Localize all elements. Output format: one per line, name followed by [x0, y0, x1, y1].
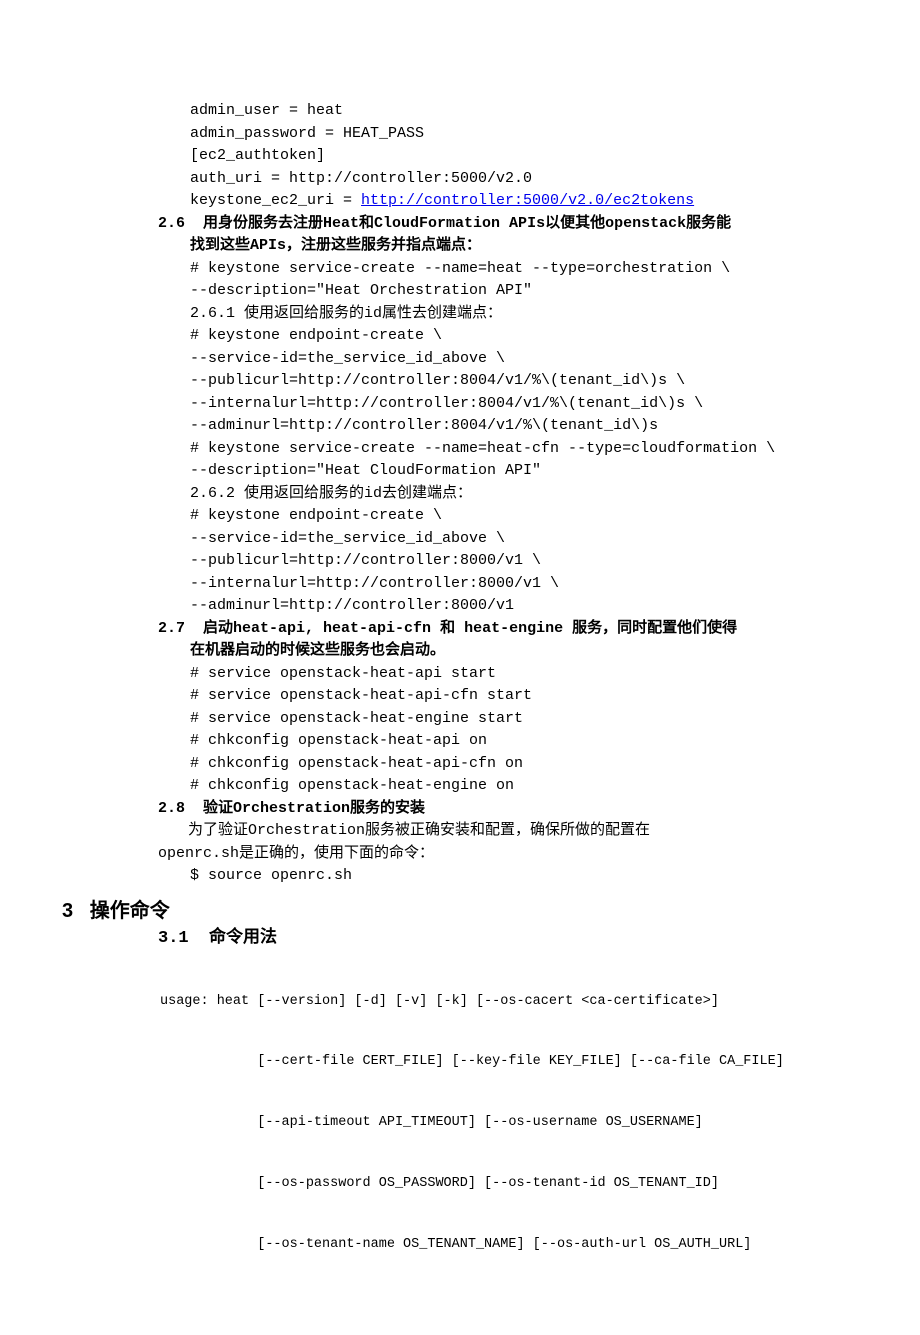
code-line: --internalurl=http://controller:8000/v1 …	[190, 573, 820, 596]
sec-title-line: 用身份服务去注册Heat和CloudFormation APIs以便其他open…	[203, 215, 731, 232]
code-line: # chkconfig openstack-heat-api on	[190, 730, 820, 753]
code-line: admin_password = HEAT_PASS	[190, 123, 820, 146]
code-line: --service-id=the_service_id_above \	[190, 528, 820, 551]
usage-line: usage: heat [--version] [-d] [-v] [-k] […	[160, 992, 820, 1012]
code-line: --publicurl=http://controller:8004/v1/%\…	[190, 370, 820, 393]
subsection-2-6-2: 2.6.2 使用返回给服务的id去创建端点：	[190, 483, 820, 506]
code-line: # keystone service-create --name=heat-cf…	[190, 438, 820, 461]
sec-num: 2.6	[158, 215, 185, 232]
section-3-1: 3.1 命令用法	[158, 926, 820, 952]
sec-title: 命令用法	[209, 929, 277, 948]
section-2-6: 2.6 用身份服务去注册Heat和CloudFormation APIs以便其他…	[158, 213, 820, 236]
code-line: # keystone endpoint-create \	[190, 505, 820, 528]
code-line: # chkconfig openstack-heat-engine on	[190, 775, 820, 798]
code-line: --publicurl=http://controller:8000/v1 \	[190, 550, 820, 573]
code-line: # service openstack-heat-engine start	[190, 708, 820, 731]
code-line: # chkconfig openstack-heat-api-cfn on	[190, 753, 820, 776]
code-line: # service openstack-heat-api-cfn start	[190, 685, 820, 708]
section-2-8: 2.8 验证Orchestration服务的安装	[158, 798, 820, 821]
sec-num: 2.7	[158, 620, 185, 637]
code-line: [ec2_authtoken]	[190, 145, 820, 168]
code-line: --description="Heat Orchestration API"	[190, 280, 820, 303]
usage-line: [--os-tenant-name OS_TENANT_NAME] [--os-…	[160, 1235, 820, 1255]
code-line: --adminurl=http://controller:8004/v1/%\(…	[190, 415, 820, 438]
section-2-7: 2.7 启动heat-api, heat-api-cfn 和 heat-engi…	[158, 618, 820, 641]
code-line: # keystone endpoint-create \	[190, 325, 820, 348]
code-line: # keystone service-create --name=heat --…	[190, 258, 820, 281]
usage-line: [--api-timeout API_TIMEOUT] [--os-userna…	[160, 1113, 820, 1133]
sec-num: 3.1	[158, 929, 189, 948]
code-line: --description="Heat CloudFormation API"	[190, 460, 820, 483]
section-3: 3 操作命令	[62, 896, 820, 926]
keystone-ec2-link[interactable]: http://controller:5000/v2.0/ec2tokens	[361, 192, 694, 209]
code-line: auth_uri = http://controller:5000/v2.0	[190, 168, 820, 191]
code-line: --internalurl=http://controller:8004/v1/…	[190, 393, 820, 416]
code-line: admin_user = heat	[190, 100, 820, 123]
code-line: --adminurl=http://controller:8000/v1	[190, 595, 820, 618]
body-text: 为了验证Orchestration服务被正确安装和配置，确保所做的配置在	[158, 820, 820, 843]
sec-num: 3	[62, 900, 73, 922]
code-line: keystone_ec2_uri = http://controller:500…	[190, 190, 820, 213]
sec-title-line: 找到这些APIs，注册这些服务并指点端点：	[190, 235, 820, 258]
sec-title-line: 在机器启动的时候这些服务也会启动。	[190, 640, 820, 663]
code-line: --service-id=the_service_id_above \	[190, 348, 820, 371]
usage-line: [--cert-file CERT_FILE] [--key-file KEY_…	[160, 1052, 820, 1072]
sec-title: 操作命令	[90, 900, 170, 922]
code-text: keystone_ec2_uri =	[190, 192, 361, 209]
code-line: $ source openrc.sh	[190, 865, 820, 888]
sec-title-line: 启动heat-api, heat-api-cfn 和 heat-engine 服…	[203, 620, 737, 637]
sec-num: 2.8	[158, 800, 185, 817]
sec-title: 验证Orchestration服务的安装	[203, 800, 425, 817]
code-line: # service openstack-heat-api start	[190, 663, 820, 686]
subsection-2-6-1: 2.6.1 使用返回给服务的id属性去创建端点：	[190, 303, 820, 326]
body-text: openrc.sh是正确的，使用下面的命令：	[158, 843, 820, 866]
